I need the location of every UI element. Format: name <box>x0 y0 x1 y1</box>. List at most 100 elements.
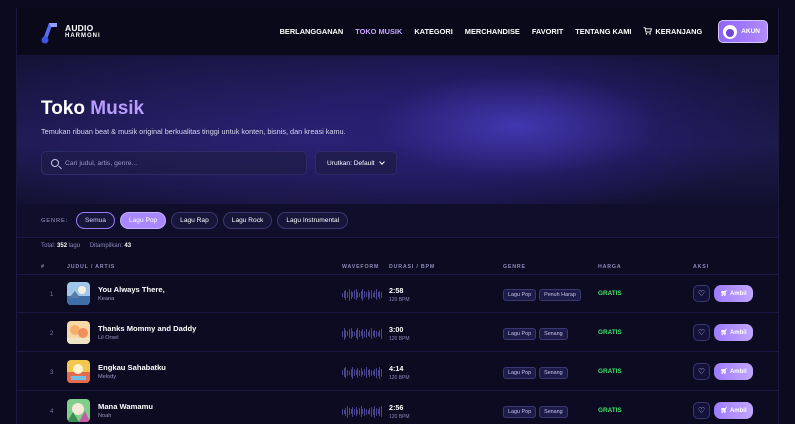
waveform-bar <box>347 291 348 298</box>
song-bpm: 120 BPM <box>389 297 410 303</box>
waveform-bar <box>377 292 379 297</box>
buy-label: Ambil <box>729 329 747 336</box>
buy-button[interactable]: 🛒︎ Ambil <box>714 402 753 419</box>
album-cover[interactable] <box>67 321 90 344</box>
search-icon <box>51 159 59 167</box>
waveform-bar <box>360 331 362 336</box>
genre-chip-lagu-instrumental[interactable]: Lagu Instrumental <box>277 212 349 229</box>
heart-icon[interactable]: ♡ <box>693 402 710 419</box>
album-cover[interactable] <box>67 360 90 383</box>
nav-links: BERLANGGANAN TOKO MUSIK KATEGORI MERCHAN… <box>280 20 768 43</box>
waveform-bar <box>345 289 347 300</box>
waveform-bar <box>359 330 360 337</box>
table-row[interactable]: 4 Mana Wamamu Noah 2:56 120 BPM Lagu Pop… <box>17 392 778 424</box>
cart-link[interactable]: KERANJANG <box>643 26 702 37</box>
genre-chip-lagu-rock[interactable]: Lagu Rock <box>222 212 273 229</box>
buy-button[interactable]: 🛒︎ Ambil <box>714 324 753 341</box>
genre-tag: Lagu Pop <box>503 289 537 301</box>
song-title[interactable]: Engkau Sahabatku <box>98 363 166 372</box>
genre-tags: Lagu Pop Senang <box>503 406 568 418</box>
song-title[interactable]: Thanks Mommy and Daddy <box>98 324 196 333</box>
chevron-down-icon <box>378 159 385 165</box>
page-title-accent: Musik <box>90 98 145 119</box>
heart-icon[interactable]: ♡ <box>693 363 710 380</box>
waveform-bar <box>372 408 374 415</box>
waveform-bar <box>372 292 374 297</box>
waveform-bar <box>357 367 359 378</box>
waveform-bar <box>365 292 367 297</box>
waveform-bar <box>359 408 360 415</box>
waveform[interactable] <box>342 288 382 301</box>
waveform-bar <box>345 367 347 378</box>
genre-tag: Lagu Pop <box>503 328 537 340</box>
buy-button[interactable]: 🛒︎ Ambil <box>714 285 753 302</box>
buy-button[interactable]: 🛒︎ Ambil <box>714 363 753 380</box>
waveform-bar <box>342 330 343 337</box>
table-row[interactable]: 3 Engkau Sahabatku Melody 4:14 120 BPM L… <box>17 353 778 391</box>
album-cover[interactable] <box>67 282 90 305</box>
search-box[interactable] <box>41 151 307 175</box>
nav-merchandise[interactable]: MERCHANDISE <box>465 27 520 36</box>
album-cover[interactable] <box>67 399 90 422</box>
waveform-bar <box>374 291 376 298</box>
waveform[interactable] <box>342 327 382 340</box>
song-artist[interactable]: Lil Orsel <box>98 335 119 341</box>
heart-icon[interactable]: ♡ <box>693 285 710 302</box>
buy-label: Ambil <box>729 368 747 375</box>
account-button[interactable]: AKUN <box>718 20 768 43</box>
song-artist[interactable]: Keana <box>98 296 114 302</box>
waveform-bar <box>381 368 382 377</box>
waveform-bar <box>374 405 376 418</box>
waveform-bar <box>345 329 347 338</box>
waveform-bar <box>367 331 369 336</box>
nav-berlangganan[interactable]: BERLANGGANAN <box>280 27 344 36</box>
song-title[interactable]: You Always There, <box>98 285 165 294</box>
col-num: # <box>41 264 45 270</box>
row-number: 2 <box>50 331 54 337</box>
sort-dropdown[interactable]: Urutkan: Default <box>315 151 397 175</box>
waveform-bar <box>355 289 357 300</box>
result-summary: Total: 352 lagu Ditampilkan: 43 <box>41 243 131 249</box>
genre-chip-lagu-pop[interactable]: Lagu Pop <box>119 212 167 229</box>
col-title: JUDUL / ARTIS <box>67 264 116 270</box>
col-waveform: WAVEFORM <box>342 264 380 270</box>
waveform-bar <box>352 366 353 379</box>
waveform-bar <box>348 329 350 338</box>
waveform-bar <box>379 330 381 337</box>
waveform-bar <box>367 370 369 375</box>
col-duration: DURASI / BPM <box>389 264 436 270</box>
waveform-bar <box>369 408 370 415</box>
genre-tags: Lagu Pop Senang <box>503 367 568 379</box>
waveform-bar <box>370 369 372 376</box>
total-value: 352 <box>57 243 68 249</box>
table-row[interactable]: 1 You Always There, Keana 2:58 120 BPM L… <box>17 275 778 313</box>
waveform-bar <box>347 405 348 418</box>
waveform-bar <box>357 291 359 298</box>
nav-toko-musik[interactable]: TOKO MUSIK <box>355 27 402 36</box>
genre-chip-semua[interactable]: Semua <box>76 212 115 229</box>
waveform-bar <box>350 368 352 377</box>
row-number: 1 <box>50 292 54 298</box>
nav-favorit[interactable]: FAVORIT <box>532 27 563 36</box>
search-input[interactable] <box>65 159 285 167</box>
waveform-bar <box>357 409 359 414</box>
waveform[interactable] <box>342 366 382 379</box>
heart-icon[interactable]: ♡ <box>693 324 710 341</box>
waveform-bar <box>348 370 350 375</box>
song-title[interactable]: Mana Wamamu <box>98 402 153 411</box>
brand-logo[interactable]: AUDIO HARMONI <box>39 20 101 44</box>
genre-chip-lagu-rap[interactable]: Lagu Rap <box>171 212 218 229</box>
song-artist[interactable]: Noah <box>98 413 111 419</box>
table-row[interactable]: 2 Thanks Mommy and Daddy Lil Orsel 3:00 … <box>17 314 778 352</box>
waveform-bar <box>367 289 369 300</box>
waveform-bar <box>362 328 364 339</box>
song-bpm: 120 BPM <box>389 336 410 342</box>
waveform[interactable] <box>342 405 382 418</box>
nav-tentang-kami[interactable]: TENTANG KAMI <box>575 27 631 36</box>
waveform-bar <box>360 290 362 299</box>
waveform-bar <box>377 409 379 414</box>
nav-kategori[interactable]: KATEGORI <box>414 27 452 36</box>
mood-tag: Senang <box>539 328 568 340</box>
waveform-bar <box>369 291 370 298</box>
song-artist[interactable]: Melody <box>98 374 116 380</box>
